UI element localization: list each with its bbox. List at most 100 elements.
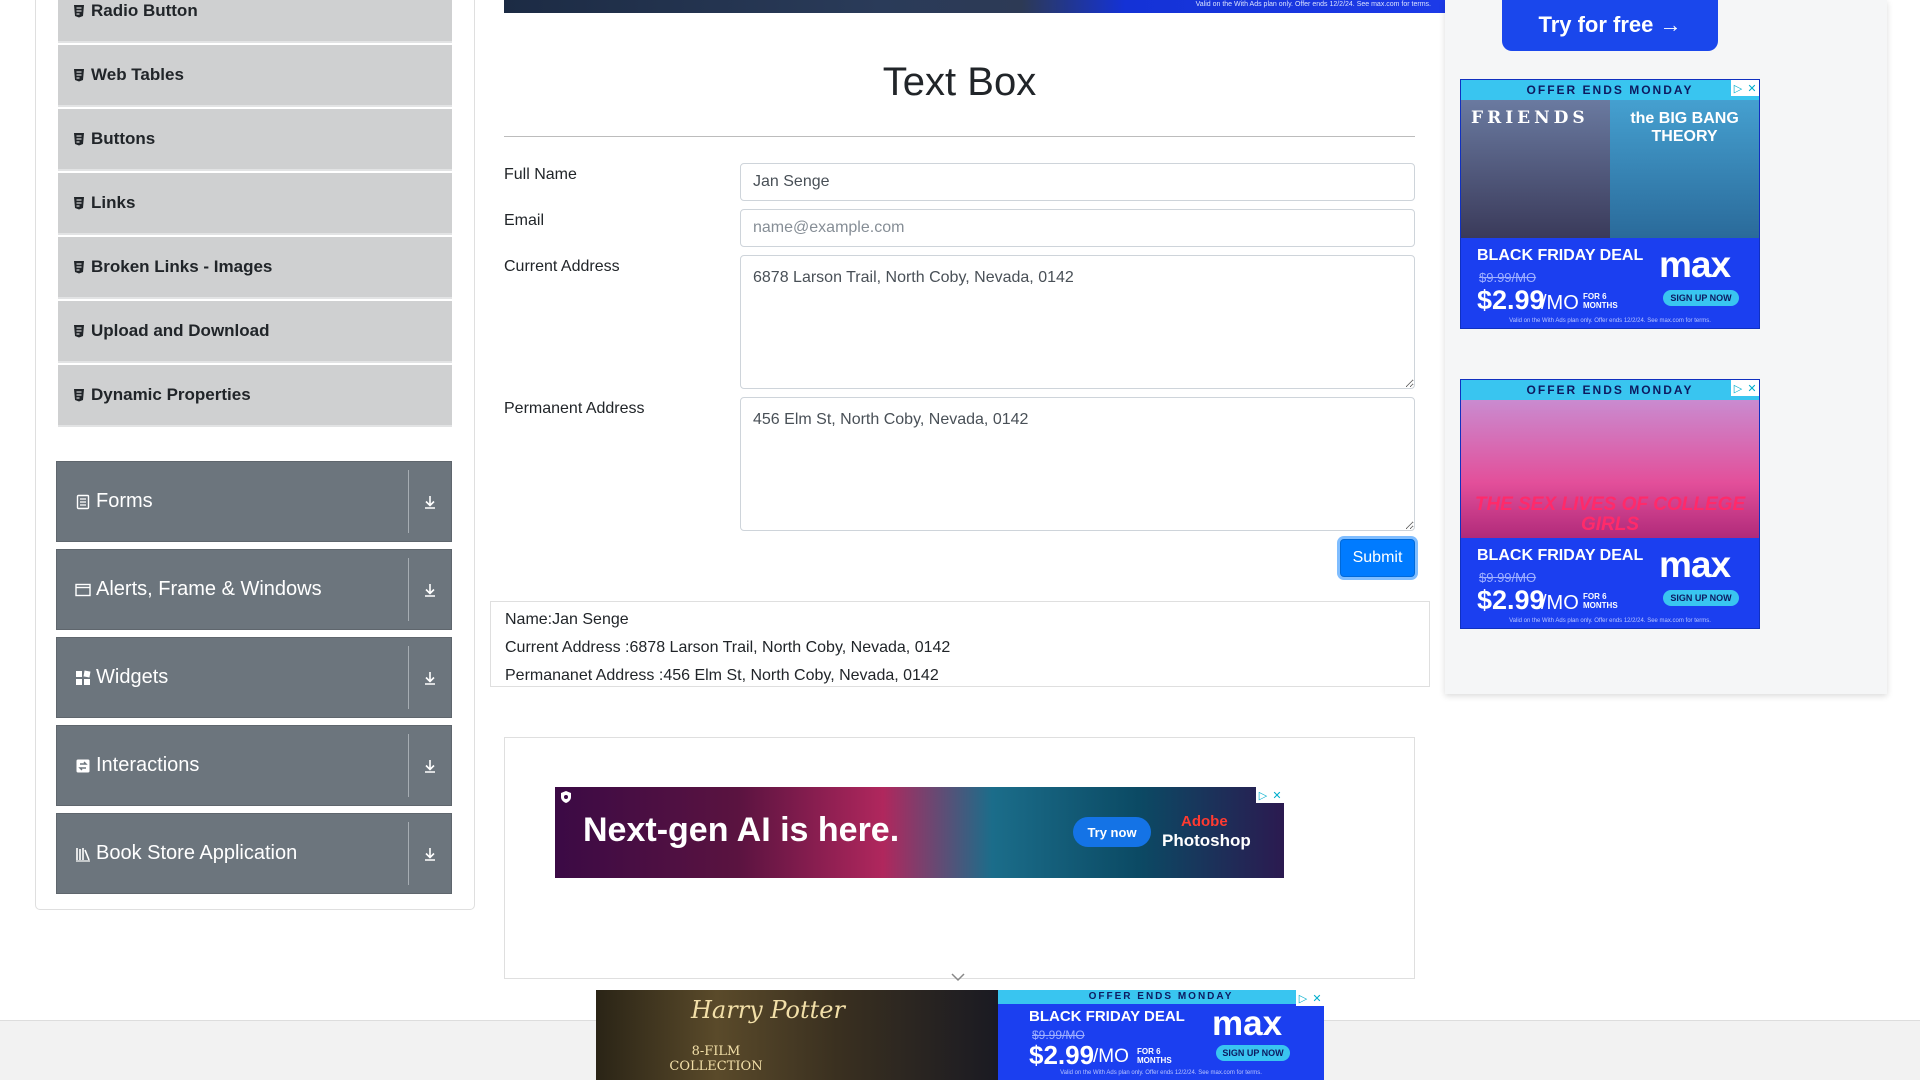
item-icon — [74, 133, 84, 146]
sidebar-item-label: Dynamic Properties — [91, 385, 251, 404]
ad-price: $2.99 — [1029, 1040, 1095, 1070]
item-icon — [74, 389, 84, 402]
ad-brand: Adobe — [1181, 813, 1228, 830]
group-label: Interactions — [96, 754, 200, 776]
adchoices-icon[interactable]: ▷ ✕ — [1731, 380, 1759, 396]
ad-price: $2.99 — [1477, 285, 1545, 315]
close-icon[interactable]: ✕ — [1745, 80, 1759, 96]
item-icon — [74, 5, 84, 18]
output-current-address: Current Address :6878 Larson Trail, Nort… — [505, 639, 951, 656]
show-title: Harry Potter — [691, 996, 845, 1024]
current-address-textarea[interactable]: 6878 Larson Trail, North Coby, Nevada, 0… — [740, 255, 1415, 389]
adchoices-icon[interactable]: ▷ ✕ — [1731, 80, 1759, 96]
ad-brand: Photoshop — [1162, 831, 1251, 850]
ad-poster: THE SEX LIVES OF COLLEGE GIRLS — [1461, 400, 1759, 538]
full-name-input[interactable] — [740, 163, 1415, 201]
ad-deal: BLACK FRIDAY DEAL — [1477, 547, 1644, 564]
sidebar-group-book-store[interactable]: Book Store Application — [56, 813, 452, 894]
show-title: FRIENDS — [1461, 100, 1611, 238]
top-ad-banner[interactable]: Valid on the With Ads plan only. Offer e… — [504, 0, 1445, 13]
form-icon — [76, 494, 90, 509]
close-icon[interactable]: ✕ — [1745, 380, 1759, 396]
ad-price-unit: /MO — [1093, 1046, 1129, 1067]
ad-offer-banner: OFFER ENDS MONDAY — [1461, 380, 1759, 400]
sidebar-item-broken-links[interactable]: Broken Links - Images — [58, 237, 452, 299]
close-icon[interactable]: ✕ — [1270, 787, 1284, 803]
show-title: the BIG BANG THEORY — [1610, 100, 1759, 238]
adchoices-icon[interactable]: ▷ ✕ — [1256, 787, 1284, 803]
item-icon — [74, 197, 84, 210]
max-ad-college-girls[interactable]: OFFER ENDS MONDAY THE SEX LIVES OF COLLE… — [1460, 379, 1760, 629]
sidebar-group-widgets[interactable]: Widgets — [56, 637, 452, 718]
sidebar-group-forms[interactable]: Forms — [56, 461, 452, 542]
max-logo: max — [1659, 244, 1731, 285]
group-label: Forms — [96, 490, 153, 512]
ad-signup-button[interactable]: SIGN UP NOW — [1663, 290, 1739, 306]
sidebar-item-label: Links — [91, 193, 136, 212]
ad-duration: FOR 6 MONTHS — [1583, 292, 1618, 310]
try-for-free-button[interactable]: Try for free → — [1502, 0, 1718, 51]
expand-icon[interactable] — [409, 494, 451, 510]
email-input[interactable] — [740, 209, 1415, 247]
ad-fine-print: Valid on the With Ads plan only. Offer e… — [1509, 618, 1711, 624]
item-icon — [74, 69, 84, 82]
ad-poster: FRIENDS the BIG BANG THEORY — [1461, 100, 1759, 238]
current-address-label: Current Address — [504, 258, 620, 275]
ad-price-unit: /MO — [1541, 592, 1579, 614]
sidebar-item-label: Upload and Download — [91, 321, 270, 340]
close-icon[interactable]: ✕ — [1310, 990, 1324, 1006]
sidebar-item-label: Radio Button — [91, 1, 198, 20]
window-icon — [75, 583, 91, 596]
ad-headline: Next-gen AI is here. — [583, 811, 900, 849]
sidebar-item-upload-download[interactable]: Upload and Download — [58, 301, 452, 363]
expand-icon[interactable] — [409, 582, 451, 598]
chevron-down-icon[interactable] — [950, 972, 966, 982]
ad-fine-print: Valid on the With Ads plan only. Offer e… — [1060, 1070, 1262, 1076]
ad-duration: FOR 6 MONTHS — [1583, 592, 1618, 610]
max-ad-friends[interactable]: OFFER ENDS MONDAY FRIENDS the BIG BANG T… — [1460, 79, 1760, 329]
interactions-icon — [76, 759, 90, 772]
permanent-address-textarea[interactable]: 456 Elm St, North Coby, Nevada, 0142 — [740, 397, 1415, 531]
sidebar-item-dynamic-properties[interactable]: Dynamic Properties — [58, 365, 452, 427]
sidebar-group-interactions[interactable]: Interactions — [56, 725, 452, 806]
expand-icon[interactable] — [409, 846, 451, 862]
ad-try-now-button[interactable]: Try now — [1073, 817, 1151, 847]
play-icon: ▷ — [1258, 789, 1268, 802]
sidebar-item-links[interactable]: Links — [58, 173, 452, 235]
page-title: Text Box — [882, 60, 1037, 104]
expand-icon[interactable] — [409, 670, 451, 686]
sidebar-group-alerts[interactable]: Alerts, Frame & Windows — [56, 549, 452, 630]
ad-old-price: $9.99/MO — [1479, 270, 1537, 285]
sidebar: Radio Button Web Tables Buttons Links Br… — [35, 0, 475, 910]
ad-signup-button[interactable]: SIGN UP NOW — [1216, 1045, 1290, 1061]
divider — [504, 136, 1415, 137]
show-subtitle: 8-FILM COLLECTION — [669, 1044, 763, 1074]
group-label: Book Store Application — [96, 842, 298, 864]
output-box: Name:Jan Senge Current Address :6878 Lar… — [490, 601, 1430, 687]
ad-signup-button[interactable]: SIGN UP NOW — [1663, 590, 1739, 606]
expand-icon[interactable] — [409, 758, 451, 774]
photoshop-ad[interactable]: Next-gen AI is here. Try now Adobe Photo… — [555, 787, 1284, 878]
sidebar-item-web-tables[interactable]: Web Tables — [58, 45, 452, 107]
sidebar-item-buttons[interactable]: Buttons — [58, 109, 452, 171]
sidebar-item-radio-button[interactable]: Radio Button — [58, 0, 452, 43]
sidebar-item-label: Buttons — [91, 129, 156, 148]
output-permanent-address: Permananet Address :456 Elm St, North Co… — [505, 667, 939, 684]
max-logo: max — [1659, 544, 1731, 585]
permanent-address-label: Permanent Address — [504, 400, 645, 417]
ad-offer-banner: OFFER ENDS MONDAY — [998, 990, 1324, 1004]
item-icon — [74, 325, 84, 338]
bottom-ad-harry-potter[interactable]: Harry Potter 8-FILM COLLECTION OFFER END… — [596, 990, 1324, 1080]
play-icon: ▷ — [1298, 992, 1308, 1005]
ad-duration: FOR 6 MONTHS — [1137, 1047, 1172, 1065]
ad-deal: BLACK FRIDAY DEAL — [1477, 247, 1644, 264]
ad-fine-print: Valid on the With Ads plan only. Offer e… — [1195, 1, 1431, 8]
shield-icon — [561, 791, 571, 803]
sidebar-item-label: Broken Links - Images — [91, 257, 273, 276]
email-label: Email — [504, 212, 545, 229]
book-icon — [76, 847, 90, 862]
adchoices-icon[interactable]: ▷ ✕ — [1296, 990, 1324, 1006]
group-label: Widgets — [96, 666, 169, 688]
ad-old-price: $9.99/MO — [1479, 570, 1537, 585]
submit-button[interactable]: Submit — [1340, 539, 1415, 577]
